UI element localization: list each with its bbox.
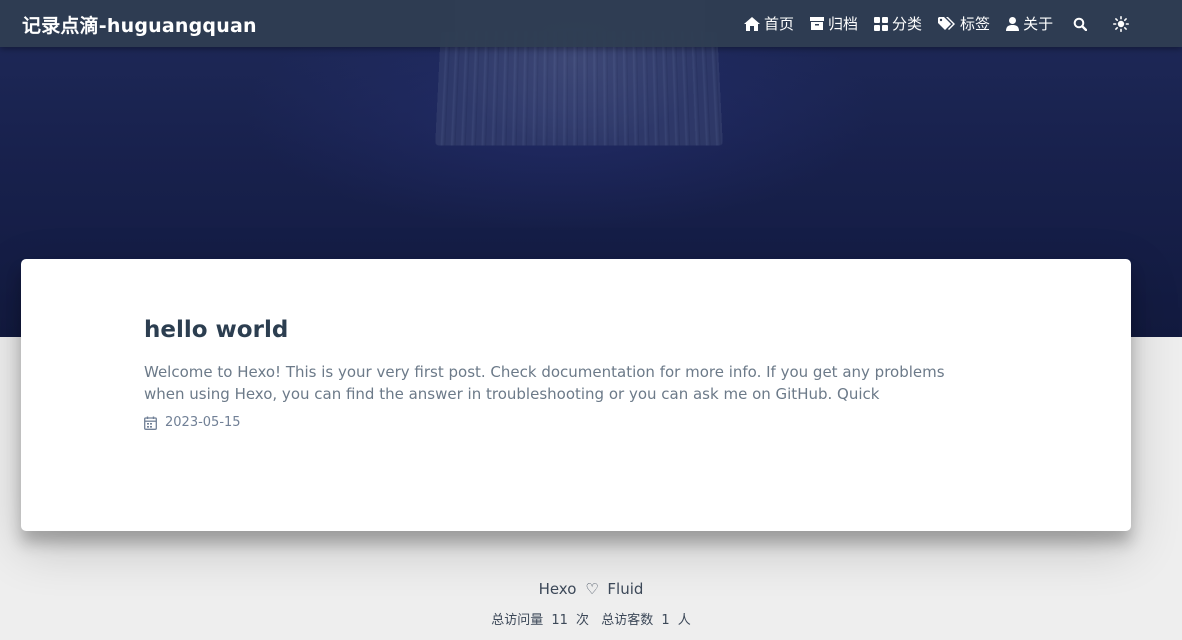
tags-icon bbox=[938, 16, 956, 31]
nav-item-tags-label: 标签 bbox=[960, 15, 991, 33]
total-visits-label: 总访问量 bbox=[491, 613, 544, 628]
footer-powered-by: Hexo ♡ Fluid bbox=[0, 580, 1182, 598]
post-date: 2023-05-15 bbox=[165, 415, 241, 430]
total-visits-unit: 次 bbox=[576, 613, 590, 628]
post-list-card: hello world Welcome to Hexo! This is you… bbox=[21, 259, 1131, 531]
total-visitors-count: 1 bbox=[661, 613, 670, 628]
post-title-link[interactable]: hello world bbox=[144, 317, 288, 343]
post-meta: 2023-05-15 bbox=[144, 415, 241, 430]
search-icon bbox=[1073, 17, 1088, 31]
footer-fluid-link[interactable]: Fluid bbox=[607, 580, 643, 598]
banner-gift-box bbox=[435, 31, 723, 146]
footer-hexo-link[interactable]: Hexo bbox=[539, 580, 577, 598]
nav-item-archives-label: 归档 bbox=[828, 15, 859, 33]
nav-item-tags[interactable]: 标签 bbox=[938, 13, 990, 34]
heart-icon: ♡ bbox=[585, 580, 599, 598]
footer-statistics: 总访问量 11 次 总访客数 1 人 bbox=[0, 609, 1182, 628]
search-button[interactable] bbox=[1073, 17, 1088, 31]
nav-item-about[interactable]: 关于 bbox=[1006, 13, 1053, 34]
calendar-icon bbox=[144, 416, 157, 430]
total-visits-stat: 总访问量 11 次 bbox=[489, 613, 591, 628]
nav-menu: 首页 归档 分类 标签 关于 bbox=[744, 0, 1151, 47]
nav-item-home[interactable]: 首页 bbox=[744, 13, 794, 34]
archive-icon bbox=[810, 17, 825, 30]
site-brand[interactable]: 记录点滴-huguangquan bbox=[22, 11, 257, 38]
categories-icon bbox=[874, 16, 889, 31]
post-excerpt[interactable]: Welcome to Hexo! This is your very first… bbox=[144, 361, 984, 405]
sun-icon bbox=[1113, 15, 1130, 32]
nav-item-categories[interactable]: 分类 bbox=[874, 13, 922, 34]
user-icon bbox=[1006, 16, 1020, 31]
total-visitors-stat: 总访客数 1 人 bbox=[599, 613, 693, 628]
nav-item-archives[interactable]: 归档 bbox=[810, 13, 858, 34]
home-icon bbox=[744, 16, 760, 31]
total-visitors-label: 总访客数 bbox=[601, 613, 654, 628]
theme-toggle-button[interactable] bbox=[1113, 15, 1130, 32]
nav-item-home-label: 首页 bbox=[764, 15, 795, 33]
nav-item-about-label: 关于 bbox=[1023, 15, 1054, 33]
navbar: 记录点滴-huguangquan 首页 归档 分类 标签 关于 bbox=[0, 0, 1182, 47]
total-visits-count: 11 bbox=[551, 613, 568, 628]
nav-item-categories-label: 分类 bbox=[892, 15, 923, 33]
total-visitors-unit: 人 bbox=[677, 613, 691, 628]
